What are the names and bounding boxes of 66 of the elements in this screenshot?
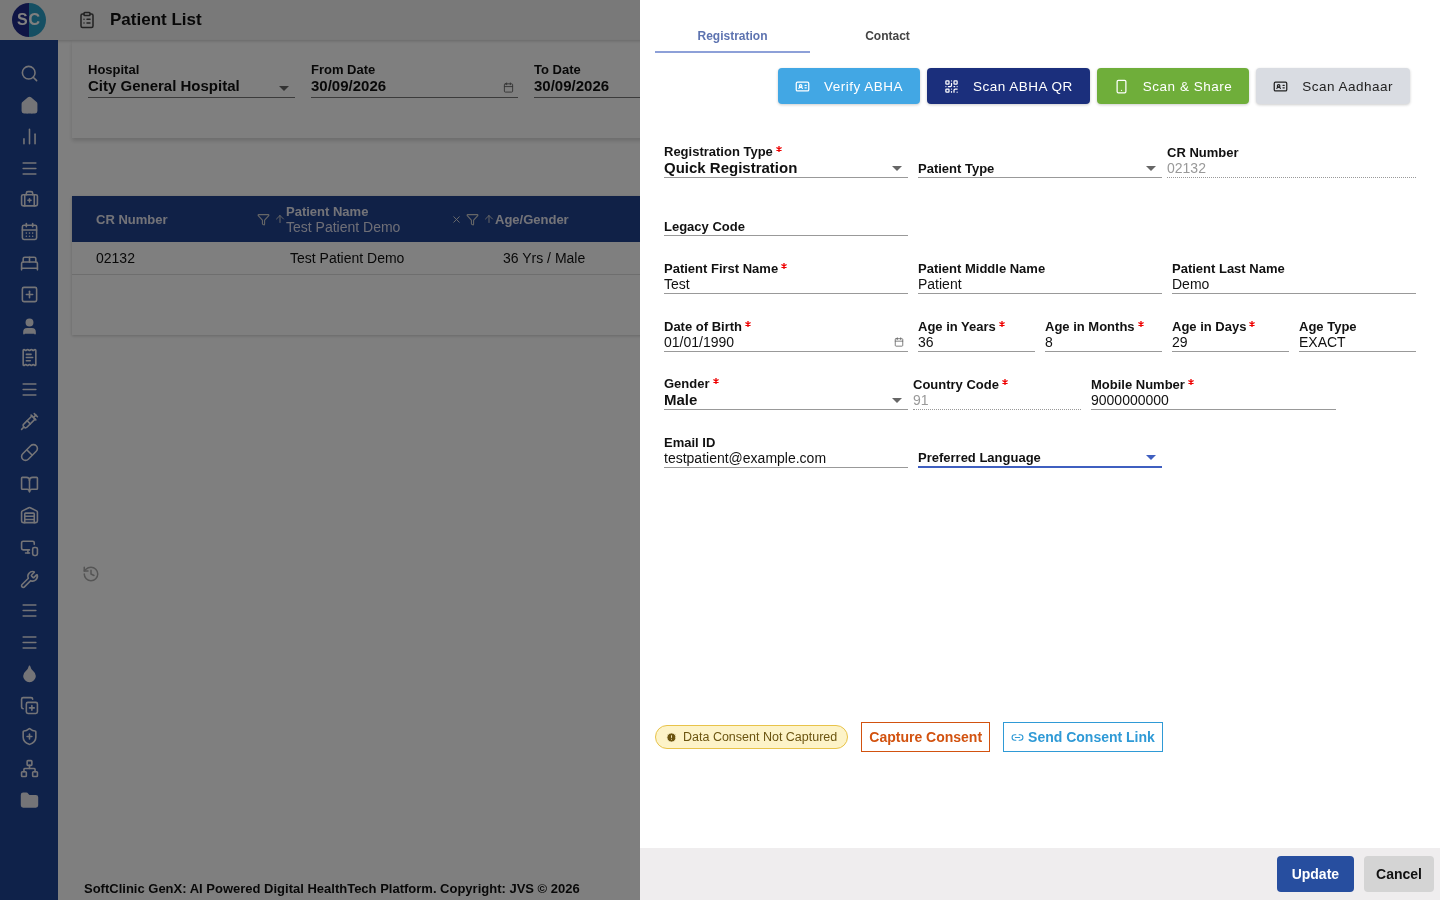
hospital-select[interactable]: Hospital City General Hospital [88,62,295,98]
id-card-icon [795,78,810,94]
consent-status-badge: Data Consent Not Captured [655,725,849,749]
column-heading: Age/Gender [495,211,570,227]
receipt-icon[interactable] [19,348,39,368]
input-field[interactable]: Mobile Number 9000000000 [1091,377,1336,410]
select-field[interactable]: Patient Type [918,161,1162,178]
date-field[interactable]: From Date 30/09/2026 [311,62,518,98]
action-button[interactable]: Scan ABHA QR [927,68,1090,104]
search-icon[interactable] [19,64,39,83]
date-field[interactable]: Date of Birth 01/01/1990 [664,319,908,352]
select-field[interactable]: Gender Male [664,376,908,410]
tab[interactable]: Contact [810,20,965,53]
cancel-button[interactable]: Cancel [1364,856,1434,892]
calendar-icon[interactable] [503,82,514,93]
input-field[interactable]: Country Code 91 [913,377,1081,410]
folder-icon[interactable] [19,790,39,810]
history-icon[interactable] [82,565,100,583]
input-field[interactable]: Age Type EXACT [1299,319,1416,352]
clear-icon[interactable] [451,213,462,225]
shield-icon[interactable] [19,727,39,747]
plus-square-icon[interactable] [19,285,39,305]
id-card-icon [1273,78,1289,94]
home-icon[interactable] [19,95,39,115]
copyright-text: SoftClinic GenX: AI Powered Digital HealthTech Platform. Copyright: JVS © 2026 [83,881,581,898]
table-cell-text: 36 Yrs / Male [503,250,587,266]
wrench-icon[interactable] [19,569,39,589]
book-icon[interactable] [19,474,39,494]
network-icon[interactable] [19,759,39,779]
input-field[interactable]: CR Number 02132 [1167,145,1416,178]
calendar-icon[interactable] [19,221,39,241]
select-field[interactable]: Registration Type Quick Registration [664,144,908,178]
input-field[interactable]: Patient Last Name Demo [1172,261,1416,294]
select-field[interactable]: Preferred Language [918,450,1162,468]
filter-icon[interactable] [466,212,479,226]
input-field[interactable]: Age in Months 8 [1045,319,1162,352]
capture-consent-button[interactable]: Capture Consent [861,722,991,752]
devices-icon[interactable] [19,537,39,557]
filter-icon[interactable] [257,212,270,226]
app-logo: SC [12,3,46,37]
column-heading: Patient Name [286,203,370,219]
phone-icon [1113,78,1129,94]
add-copy-icon[interactable] [19,695,39,715]
warehouse-icon[interactable] [19,506,39,526]
input-field[interactable]: Legacy Code [664,219,908,236]
input-field[interactable]: Patient First Name Test [664,261,908,294]
update-button[interactable]: Update [1276,856,1355,892]
input-field[interactable]: Email ID testpatient@example.com [664,435,908,468]
sort-icon[interactable] [274,213,286,225]
clipboard-icon [78,11,96,29]
sort-icon[interactable] [483,213,495,225]
input-field[interactable]: Patient Middle Name Patient [918,261,1162,294]
table-cell-text: 02132 [96,250,136,266]
column-heading: CR Number [96,211,169,227]
tab[interactable]: Registration [655,20,810,53]
calendar-icon[interactable] [894,337,904,347]
table-cell-text: Test Patient Demo [290,250,406,266]
input-field[interactable]: Age in Years 36 [918,319,1035,352]
medical-kit-icon[interactable] [19,190,39,210]
bed-icon[interactable] [19,253,39,273]
page-title: Patient List [110,10,202,30]
action-button[interactable]: Scan Aadhaar [1256,68,1410,104]
qr-code-icon [944,78,960,94]
input-field[interactable]: Age in Days 29 [1172,319,1289,352]
pill-icon[interactable] [19,443,39,463]
syringe-icon[interactable] [19,411,39,431]
